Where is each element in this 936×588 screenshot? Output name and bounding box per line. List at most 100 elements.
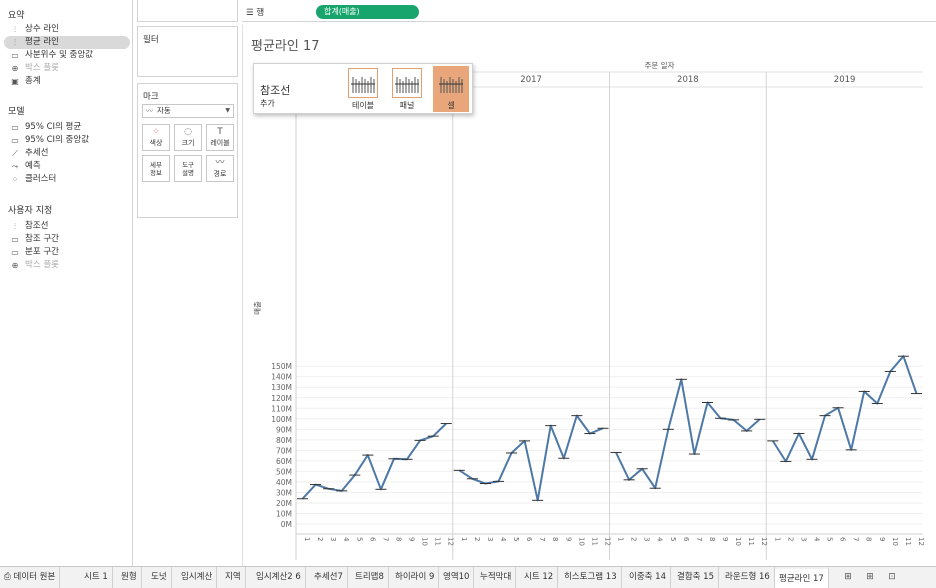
- reference-scope-label: 셀: [447, 101, 455, 110]
- x-tick-label: 9: [721, 537, 729, 541]
- analytics-item[interactable]: ⫶ 평균 라인: [4, 36, 130, 49]
- analytics-item[interactable]: ▭ 사분위수 및 중앙값: [4, 49, 130, 62]
- analytics-item[interactable]: ⫶ 상수 라인: [4, 23, 130, 36]
- reference-scope-option[interactable]: 테이블: [345, 66, 381, 112]
- mark-button[interactable]: ⁘ 색상: [142, 124, 170, 151]
- sheet-tab[interactable]: 임시계산2 6: [252, 567, 306, 588]
- totals-icon: ▣: [11, 77, 19, 86]
- reference-scope-icon: [436, 68, 466, 98]
- trend-line-icon: ⟋: [12, 149, 18, 158]
- mark-button[interactable]: T 레이블: [206, 124, 234, 151]
- mark-button[interactable]: 도구 설명: [174, 155, 202, 182]
- x-tick-label: 12: [917, 537, 925, 546]
- analytics-item[interactable]: ▭ 분포 구간: [4, 246, 130, 259]
- pane-header-year: 2018: [677, 75, 699, 85]
- mark-button-label-2: 설명: [182, 169, 194, 177]
- x-tick-label: 11: [904, 537, 912, 546]
- analytics-item[interactable]: ⫶ 참조선: [4, 220, 130, 233]
- sheet-tab[interactable]: 히스토그램 13: [560, 567, 622, 588]
- sheet-tab[interactable]: 임시계산: [177, 567, 218, 588]
- x-tick-label: 2: [473, 537, 481, 541]
- mark-button[interactable]: ◌ 크기: [174, 124, 202, 151]
- ci-mean-icon: ▭: [11, 123, 19, 132]
- x-tick-label: 2: [630, 537, 638, 541]
- popup-title: 참조선: [260, 84, 291, 97]
- analytics-item[interactable]: ⟋ 추세선: [4, 147, 130, 160]
- x-tick-label: 10: [577, 537, 585, 546]
- pages-card[interactable]: [137, 0, 238, 22]
- analytics-item[interactable]: ⤳ 예측: [4, 160, 130, 173]
- x-tick-label: 1: [617, 537, 625, 541]
- x-tick-label: 5: [669, 537, 677, 541]
- x-tick-label: 2: [316, 537, 324, 541]
- forecast-icon: ⤳: [11, 162, 19, 171]
- x-tick-label: 6: [682, 537, 690, 542]
- sheet-tab[interactable]: 시트 12: [520, 567, 559, 588]
- x-tick-label: 10: [734, 537, 742, 546]
- analytics-item-label: 클러스터: [25, 174, 57, 184]
- average-line-icon: ⫶: [14, 38, 16, 47]
- path-icon: 〰: [215, 158, 225, 168]
- x-tick-label: 7: [538, 537, 546, 541]
- analytics-item-label: 평균 라인: [25, 37, 59, 47]
- analytics-item[interactable]: ⁘ 클러스터: [4, 173, 130, 186]
- x-tick-label: 12: [447, 537, 455, 546]
- new-dashboard-icon[interactable]: ⊞: [863, 570, 877, 584]
- new-story-icon[interactable]: ⊡: [885, 570, 899, 584]
- rows-shelf-label: ☰ 행: [246, 6, 264, 18]
- distribution-band-icon: ▭: [11, 248, 19, 257]
- sheet-tab[interactable]: 라운드형 16: [721, 567, 775, 588]
- new-sheet-icon[interactable]: ⊞: [841, 570, 855, 584]
- pane-header-year: 2017: [520, 75, 542, 85]
- sheet-tab[interactable]: 하이라이 9: [391, 567, 440, 588]
- x-tick-label: 9: [408, 537, 416, 541]
- analytics-item[interactable]: ▭ 95% CI의 중앙값: [4, 134, 130, 147]
- size-icon: ◌: [184, 127, 192, 137]
- sheet-tab[interactable]: 트리맵8: [351, 567, 389, 588]
- column-header: 주문 일자: [645, 61, 675, 70]
- sheet-tab[interactable]: 영역10: [439, 567, 475, 588]
- analytics-item-label: 박스 플롯: [25, 63, 59, 73]
- sheet-tab[interactable]: 지역: [221, 567, 246, 588]
- sheet-tab[interactable]: 추세선7: [310, 567, 348, 588]
- rows-pill[interactable]: 합계(매출): [316, 5, 419, 19]
- mark-button[interactable]: 세부 정보: [142, 155, 170, 182]
- sheet-tab[interactable]: 이중축 14: [625, 567, 671, 588]
- x-tick-label: 5: [512, 537, 520, 541]
- datasource-tab[interactable]: ⎙ 데이터 원본: [0, 567, 61, 588]
- analytics-item[interactable]: ▣ 총계: [4, 75, 130, 88]
- y-tick-label: 110M: [271, 404, 292, 413]
- sheet-tab[interactable]: 결합축 15: [673, 567, 719, 588]
- filters-card[interactable]: 필터: [137, 26, 238, 77]
- series-line: [771, 355, 918, 463]
- mark-button-label: 크기: [181, 139, 195, 147]
- box-plot-icon: ⊕: [11, 64, 19, 73]
- reference-scope-option[interactable]: 셀: [433, 66, 469, 112]
- sheet-tab[interactable]: 시트 1: [80, 567, 113, 588]
- mark-button-label: 도구: [182, 161, 194, 169]
- analytics-item[interactable]: ▭ 참조 구간: [4, 233, 130, 246]
- x-tick-label: 4: [812, 537, 820, 542]
- rows-shelf[interactable]: ☰ 행 합계(매출): [242, 2, 936, 22]
- reference-scope-option[interactable]: 패널: [389, 66, 425, 112]
- pane-header-year: 2019: [834, 75, 856, 85]
- sheet-tab[interactable]: 원형: [117, 567, 142, 588]
- x-tick-label: 1: [303, 537, 311, 541]
- y-tick-label: 20M: [276, 499, 292, 508]
- y-tick-label: 80M: [276, 436, 292, 445]
- x-tick-label: 6: [368, 537, 376, 542]
- x-tick-label: 11: [590, 537, 598, 546]
- x-tick-label: 7: [852, 537, 860, 541]
- mark-button[interactable]: 〰 경로: [206, 155, 234, 182]
- sheet-tab[interactable]: 누적막대: [476, 567, 517, 588]
- x-tick-label: 1: [460, 537, 468, 541]
- mark-type-dropdown[interactable]: 〰 자동 ▼: [142, 104, 234, 118]
- datasource-icon: ⎙: [4, 572, 11, 582]
- x-tick-label: 4: [499, 537, 507, 542]
- model-section-title: 모델: [8, 107, 25, 117]
- sheet-tab[interactable]: 도넛: [147, 567, 172, 588]
- sheet-tab[interactable]: 평균라인 17: [775, 567, 829, 588]
- analytics-item[interactable]: ▭ 95% CI의 평균: [4, 121, 130, 134]
- x-tick-label: 10: [891, 537, 899, 546]
- x-tick-label: 6: [525, 537, 533, 542]
